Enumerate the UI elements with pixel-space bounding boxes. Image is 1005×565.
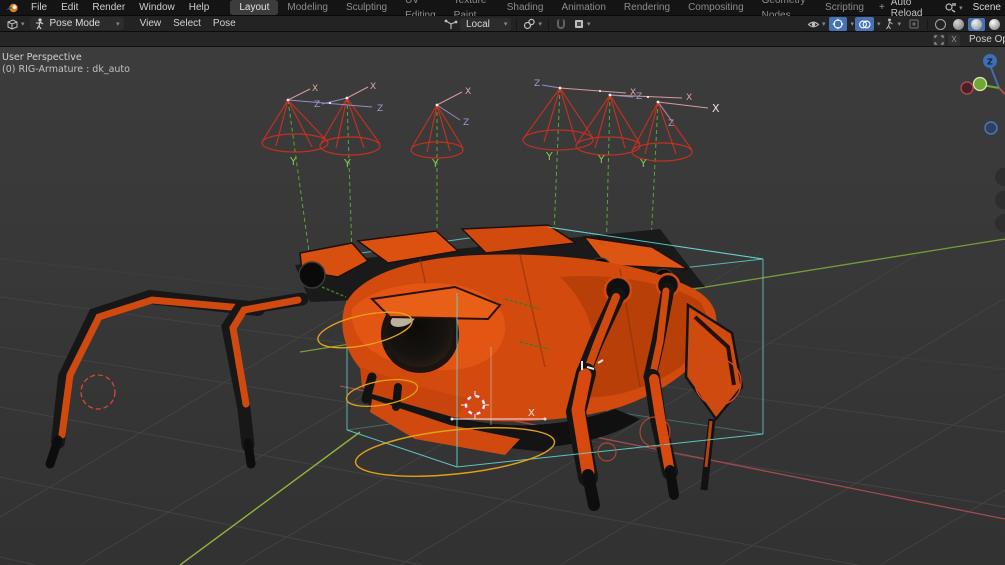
- chevron-down-icon: ▾: [586, 21, 591, 28]
- mode-selector[interactable]: Pose Mode ▾: [29, 17, 124, 30]
- gizmo-y-axis: [972, 76, 988, 92]
- axis-label-z: Z: [534, 79, 540, 89]
- shading-solid-button[interactable]: [950, 18, 967, 31]
- proportional-edit-button[interactable]: ▾: [570, 17, 594, 31]
- y-axis-line-near: [179, 431, 361, 565]
- gizmos-toggle-button[interactable]: [829, 17, 848, 31]
- shading-material-button[interactable]: [968, 17, 985, 31]
- viewport-side-buttons[interactable]: [995, 168, 1005, 232]
- bone-widget-cones: [261, 87, 693, 162]
- axis-label-x: X: [312, 84, 318, 94]
- tab-layout[interactable]: Layout: [230, 0, 279, 15]
- chevron-down-icon: ▾: [116, 20, 120, 28]
- viewport-3d: X X X X X X Z Z Z Z Z Z Y Y Y Y Y Y X Z …: [0, 47, 1005, 565]
- chevron-down-icon: ▾: [503, 21, 508, 28]
- add-workspace-button[interactable]: +: [873, 0, 891, 15]
- menu-edit[interactable]: Edit: [54, 0, 85, 16]
- menu-file[interactable]: File: [24, 0, 54, 16]
- chevron-down-icon: ▾: [21, 20, 25, 28]
- xray-toggle-button[interactable]: [905, 17, 923, 31]
- chevron-down-icon: ▾: [538, 21, 542, 28]
- transform-pivot-icon[interactable]: [933, 33, 945, 46]
- gizmo-x-axis-neg: [960, 81, 974, 95]
- scene-selector-icon[interactable]: ▾: [941, 1, 966, 15]
- axis-labels: X X X X X X Z Z Z Z Z Z Y Y Y Y Y Y: [289, 79, 720, 170]
- transform-settings: Local ▾ ▾ ▾: [444, 16, 593, 32]
- viewport-canvas[interactable]: X X X X X X Z Z Z Z Z Z Y Y Y Y Y Y X Z …: [0, 47, 1005, 565]
- view-name-overlay: User Perspective: [2, 52, 82, 63]
- scene-name-label[interactable]: Scene: [973, 2, 1001, 13]
- gizmo-z-axis-neg: [984, 121, 998, 135]
- axis-label-y: Y: [597, 153, 605, 166]
- viewport-header: ▾ Pose Mode ▾ View Select Pose Local ▾ ▾: [0, 16, 1005, 32]
- menu-help[interactable]: Help: [182, 0, 217, 16]
- axis-label-y: Y: [289, 155, 297, 168]
- tab-rendering[interactable]: Rendering: [615, 0, 679, 15]
- editor-type-button[interactable]: ▾: [3, 17, 28, 31]
- pose-options-label[interactable]: Pose Options: [969, 34, 1005, 45]
- menu-select[interactable]: Select: [167, 18, 207, 29]
- menu-view[interactable]: View: [134, 18, 168, 29]
- tab-scripting[interactable]: Scripting: [816, 0, 873, 15]
- mirror-x-toggle[interactable]: X: [948, 33, 960, 46]
- tab-compositing[interactable]: Compositing: [679, 0, 753, 15]
- workspace-tabs: Layout Modeling Sculpting UV Editing Tex…: [230, 0, 891, 21]
- navigation-gizmo[interactable]: Z: [960, 54, 1005, 135]
- axis-label-z: Z: [463, 118, 469, 128]
- axis-label-x: X: [712, 102, 720, 115]
- axis-label-y: Y: [639, 157, 647, 170]
- tab-shading[interactable]: Shading: [498, 0, 553, 15]
- menu-window[interactable]: Window: [132, 0, 182, 16]
- axis-label-z: Z: [987, 58, 993, 67]
- axis-label-x: X: [686, 93, 692, 103]
- axis-label-z: Z: [314, 100, 320, 110]
- axis-label-z: Z: [377, 104, 383, 114]
- blender-window: { "topbar": { "menus": ["File", "Edit", …: [0, 0, 1005, 565]
- spider-robot-model[interactable]: [45, 224, 744, 511]
- axis-label-x: X: [370, 82, 376, 92]
- menu-render[interactable]: Render: [85, 0, 132, 16]
- viewport-display-settings: ▾ ▾ ▾ ▾: [804, 16, 1003, 32]
- tool-settings-bar: X Pose Options: [0, 32, 1005, 47]
- mode-label: Pose Mode: [49, 18, 101, 29]
- shading-rendered-button[interactable]: [986, 18, 1003, 31]
- orientation-label: Local: [466, 18, 490, 30]
- blender-logo-icon[interactable]: [5, 2, 20, 14]
- axis-label-y: Y: [431, 157, 439, 170]
- axis-label-z: Z: [636, 92, 642, 102]
- orientation-selector[interactable]: Local ▾: [460, 17, 512, 31]
- pose-display-button[interactable]: ▾: [881, 17, 904, 31]
- axis-label-z: Z: [668, 119, 674, 129]
- pivot-point-button[interactable]: ▾: [520, 17, 545, 31]
- snap-toggle-button[interactable]: [552, 17, 570, 31]
- chevron-down-icon: ▾: [850, 21, 854, 28]
- menu-pose[interactable]: Pose: [207, 18, 242, 29]
- overlays-toggle-button[interactable]: [854, 17, 874, 31]
- topbar: File Edit Render Window Help Layout Mode…: [0, 0, 1005, 21]
- shading-wireframe-button[interactable]: [932, 18, 949, 31]
- chevron-down-icon: ▾: [959, 4, 963, 12]
- axis-label-y: Y: [545, 150, 553, 163]
- axis-label-x: X: [465, 87, 471, 97]
- axis-label-x: X: [528, 408, 535, 419]
- axis-label-y: Y: [343, 157, 351, 170]
- chevron-down-icon: ▾: [821, 21, 826, 28]
- active-object-overlay: (0) RIG-Armature : dk_auto: [2, 64, 130, 75]
- tab-modeling[interactable]: Modeling: [278, 0, 337, 15]
- tab-sculpting[interactable]: Sculpting: [337, 0, 396, 15]
- pose-mode-icon: [35, 17, 43, 29]
- object-visibility-button[interactable]: ▾: [804, 17, 829, 31]
- bone-widget-cone[interactable]: [631, 101, 693, 162]
- chevron-down-icon: ▾: [897, 21, 901, 28]
- bone-widget-axes: [286, 84, 709, 122]
- orientation-icon: [444, 19, 458, 29]
- tab-animation[interactable]: Animation: [552, 0, 614, 15]
- chevron-down-icon: ▾: [876, 21, 881, 28]
